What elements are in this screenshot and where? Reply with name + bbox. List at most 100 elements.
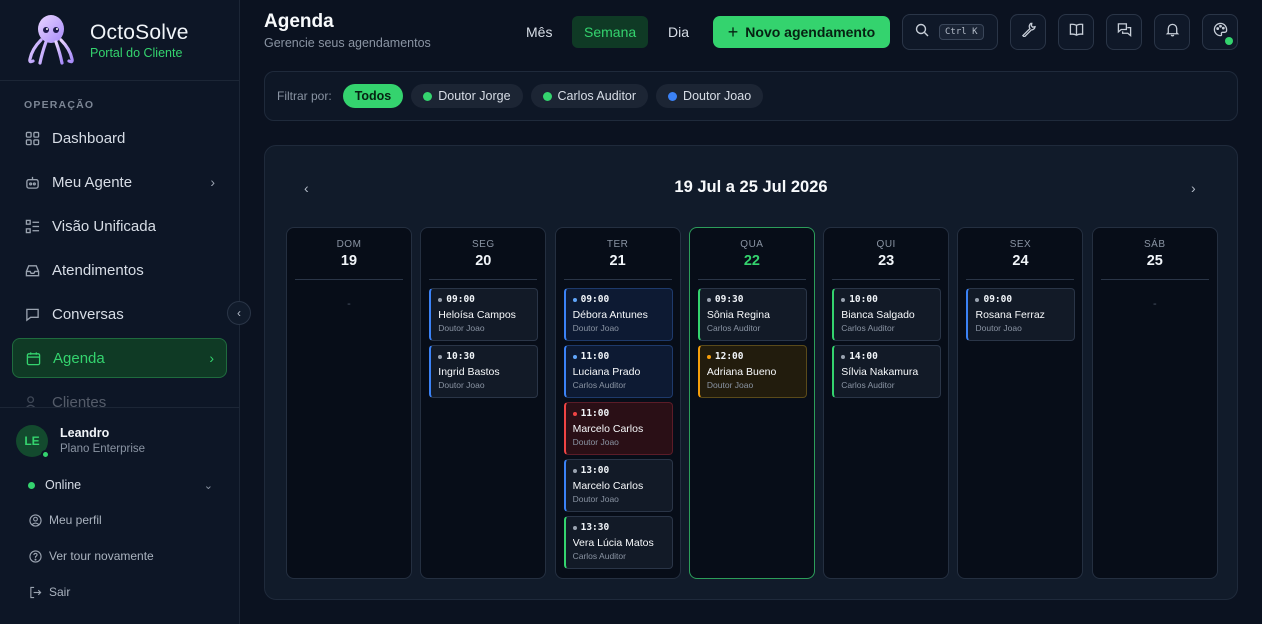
appointment-time-label: 10:30 xyxy=(446,351,475,362)
plus-icon: + xyxy=(727,21,739,42)
day-divider xyxy=(697,279,806,280)
search-button[interactable]: Ctrl K xyxy=(902,14,998,50)
appointment-time: 09:00 xyxy=(438,294,537,305)
status-dot xyxy=(975,297,980,302)
appointment-patient: Rosana Ferraz xyxy=(975,309,1045,321)
chip-label: Doutor Jorge xyxy=(438,89,511,103)
users-icon xyxy=(24,394,40,407)
appointment-time: 13:00 xyxy=(572,465,672,476)
user-area: LE Leandro Plano Enterprise Online ⌄ Meu… xyxy=(0,407,239,624)
appointment-card[interactable]: 09:00 Rosana Ferraz Doutor Joao xyxy=(966,288,1076,341)
sidebar-item-atendimentos[interactable]: Atendimentos xyxy=(12,250,227,290)
appointment-doctor: Doutor Joao xyxy=(572,494,619,504)
sidebar-collapse-button[interactable]: ‹ xyxy=(227,301,251,325)
appointment-patient: Sônia Regina xyxy=(706,309,770,321)
day-column[interactable]: QUA 22 09:30 Sônia Regina Carlos Auditor 12:0… xyxy=(688,227,815,579)
day-divider xyxy=(295,279,403,280)
day-column[interactable]: SEG 20 09:00 Heloísa Campos Doutor Joao 10:30… xyxy=(420,227,547,579)
appointment-card[interactable]: 09:00 Heloísa Campos Doutor Joao xyxy=(429,288,539,341)
week-range: 19 Jul a 25 Jul 2026 xyxy=(674,178,828,196)
appointment-doctor: Doutor Joao xyxy=(438,380,485,390)
sidebar: OctoSolve Portal do Cliente OPERAÇÃO Das… xyxy=(0,0,240,624)
color-dot xyxy=(668,91,678,101)
sair-link[interactable]: Sair xyxy=(28,585,70,599)
sidebar-item-agenda[interactable]: Agenda › xyxy=(12,338,227,378)
chip-label: Carlos Auditor xyxy=(557,89,637,103)
appointment-patient: Sílvia Nakamura xyxy=(841,366,919,378)
day-column[interactable]: DOM 19 - xyxy=(286,227,412,579)
docs-button[interactable] xyxy=(1058,14,1094,50)
sidebar-item-dashboard[interactable]: Dashboard xyxy=(12,118,227,158)
day-column[interactable]: TER 21 09:00 Débora Antunes Doutor Joao 11:00… xyxy=(554,227,681,579)
status-label: Online xyxy=(45,478,82,492)
link-label: Ver tour novamente xyxy=(49,549,154,563)
appointment-doctor: Doutor Joao xyxy=(975,323,1022,333)
appointment-card[interactable]: 14:00 Sílvia Nakamura Carlos Auditor xyxy=(832,345,942,398)
appointment-card[interactable]: 12:00 Adriana Bueno Doutor Joao xyxy=(697,345,807,398)
page-subtitle: Gerencie seus agendamentos xyxy=(264,36,431,50)
appointment-card[interactable]: 11:00 Luciana Prado Carlos Auditor xyxy=(563,345,673,398)
page-title: Agenda xyxy=(264,11,334,32)
appointment-card[interactable]: 13:00 Marcelo Carlos Doutor Joao xyxy=(563,459,673,512)
status-dot xyxy=(28,481,35,489)
day-column[interactable]: QUI 23 10:00 Bianca Salgado Carlos Auditor 14… xyxy=(823,227,950,579)
bell-icon xyxy=(1165,22,1180,42)
appointment-doctor: Doutor Joao xyxy=(572,437,619,447)
status-dot xyxy=(841,297,846,302)
appointment-card[interactable]: 09:30 Sônia Regina Carlos Auditor xyxy=(697,288,807,341)
section-label: OPERAÇÃO xyxy=(24,99,95,111)
tab-semana[interactable]: Semana xyxy=(572,16,649,48)
appointment-time: 11:00 xyxy=(572,351,672,362)
appointment-time-label: 11:00 xyxy=(580,351,610,362)
appointment-patient: Ingrid Bastos xyxy=(438,366,500,378)
sidebar-item-clientes[interactable]: Clientes xyxy=(12,382,227,407)
user-circle-icon xyxy=(28,513,42,527)
appointment-card[interactable]: 10:00 Bianca Salgado Carlos Auditor xyxy=(832,288,942,341)
status-dot xyxy=(706,297,711,302)
inbox-icon xyxy=(24,262,40,278)
day-name: SÁB xyxy=(1144,239,1166,250)
day-column[interactable]: SÁB 25 - xyxy=(1091,227,1218,579)
sidebar-item-label: Agenda xyxy=(53,349,105,367)
appointment-card[interactable]: 11:00 Marcelo Carlos Doutor Joao xyxy=(563,402,673,455)
status-dot xyxy=(438,297,443,302)
chat-button[interactable] xyxy=(1106,14,1142,50)
sidebar-item-conversas[interactable]: Conversas xyxy=(12,294,227,334)
tab-mes[interactable]: Mês xyxy=(514,16,564,48)
day-column[interactable]: SEX 24 09:00 Rosana Ferraz Doutor Joao xyxy=(957,227,1084,579)
appointment-card[interactable]: 10:30 Ingrid Bastos Doutor Joao xyxy=(429,345,539,398)
tab-dia[interactable]: Dia xyxy=(656,16,701,48)
sidebar-item-meu-agente[interactable]: Meu Agente › xyxy=(12,162,227,202)
day-divider xyxy=(1100,279,1209,280)
appointment-list: 10:00 Bianca Salgado Carlos Auditor 14:00 Sí… xyxy=(832,288,942,402)
appointment-time-label: 11:00 xyxy=(580,408,610,419)
appointment-card[interactable]: 09:00 Débora Antunes Doutor Joao xyxy=(563,288,673,341)
search-icon xyxy=(915,23,929,42)
next-week-button[interactable]: › xyxy=(1191,180,1196,196)
sidebar-item-visao-unificada[interactable]: Visão Unificada xyxy=(12,206,227,246)
notifications-button[interactable] xyxy=(1154,14,1190,50)
filter-chip-todos[interactable]: Todos xyxy=(342,84,404,108)
filter-chip-doutor-joao[interactable]: Doutor Joao xyxy=(656,84,764,108)
appointment-card[interactable]: 13:30 Vera Lúcia Matos Carlos Auditor xyxy=(563,516,673,569)
meu-perfil-link[interactable]: Meu perfil xyxy=(28,513,102,527)
ver-tour-link[interactable]: Ver tour novamente xyxy=(28,549,154,563)
appointment-time-label: 13:00 xyxy=(580,465,610,476)
day-number: 19 xyxy=(340,253,358,269)
appointment-time: 09:00 xyxy=(975,294,1074,305)
tools-button[interactable] xyxy=(1010,14,1046,50)
filter-chip-carlos-auditor[interactable]: Carlos Auditor xyxy=(530,84,649,108)
theme-button[interactable] xyxy=(1202,14,1238,50)
status-dot xyxy=(438,354,443,359)
status-selector[interactable]: Online ⌄ xyxy=(28,478,213,492)
appointment-patient: Vera Lúcia Matos xyxy=(572,537,654,549)
dashboard-icon xyxy=(24,130,40,146)
new-appointment-button[interactable]: + Novo agendamento xyxy=(713,16,890,48)
filter-chip-doutor-jorge[interactable]: Doutor Jorge xyxy=(411,84,523,108)
chevron-right-icon: › xyxy=(209,350,214,366)
book-icon xyxy=(1069,22,1084,42)
filter-bar: Filtrar por: Todos Doutor Jorge Carlos A… xyxy=(264,71,1238,121)
chevron-down-icon: ⌄ xyxy=(203,479,213,492)
brand[interactable]: OctoSolve Portal do Cliente xyxy=(0,0,239,81)
day-number: 21 xyxy=(609,253,626,269)
